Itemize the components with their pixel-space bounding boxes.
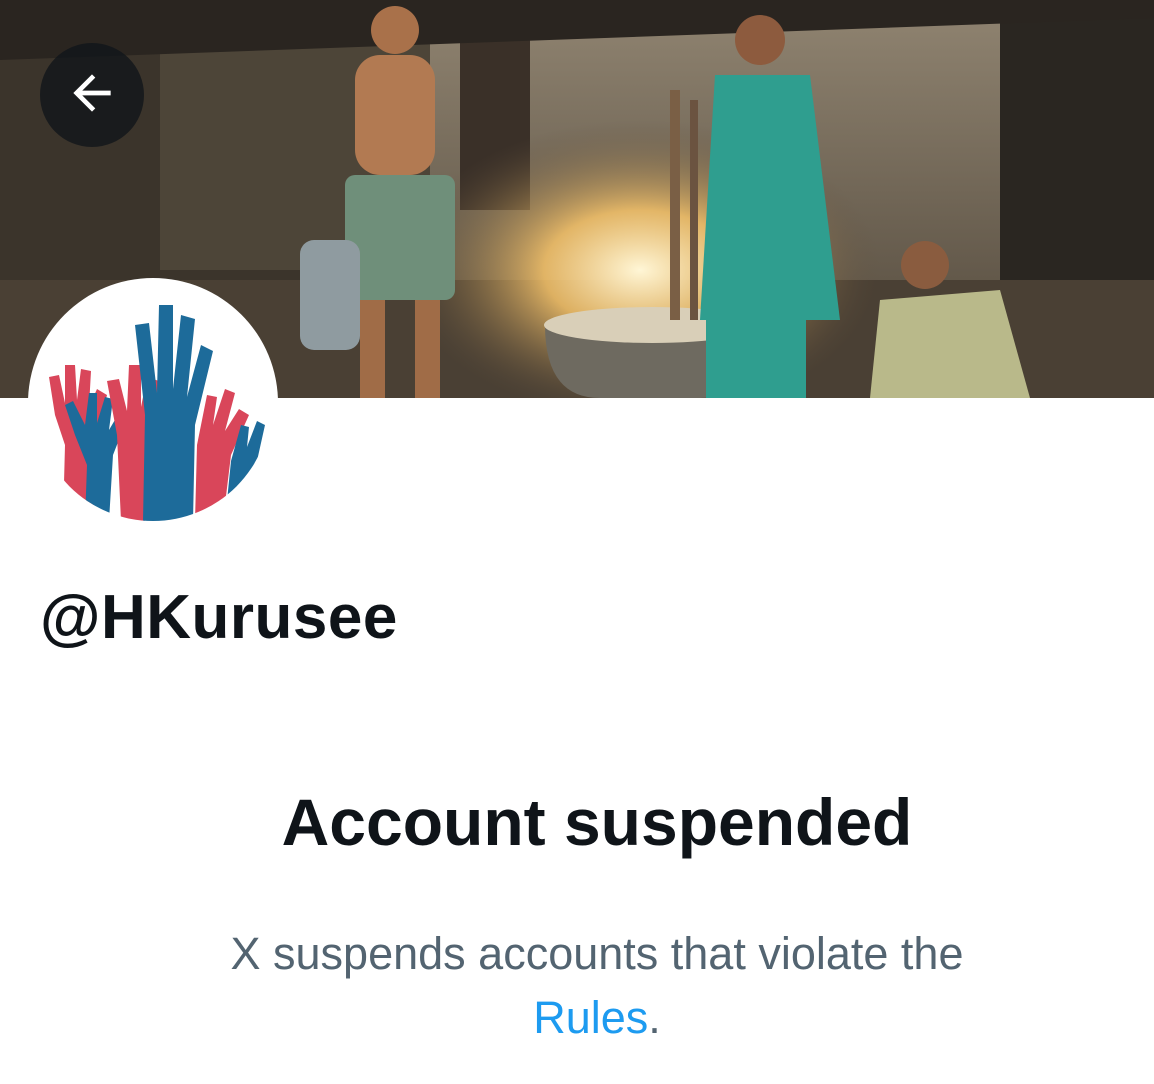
rules-link[interactable]: Rules: [533, 992, 648, 1043]
back-button[interactable]: [40, 43, 144, 147]
arrow-left-icon: [64, 65, 120, 126]
profile-handle: @HKurusee: [40, 583, 398, 652]
raised-hands-logo: [35, 285, 271, 521]
profile-avatar[interactable]: [28, 278, 278, 528]
suspended-message-text: X suspends accounts that violate the: [230, 928, 964, 979]
message-period: .: [648, 992, 661, 1043]
suspended-message: X suspends accounts that violate the Rul…: [0, 922, 1154, 1050]
suspended-title: Account suspended: [281, 785, 913, 859]
